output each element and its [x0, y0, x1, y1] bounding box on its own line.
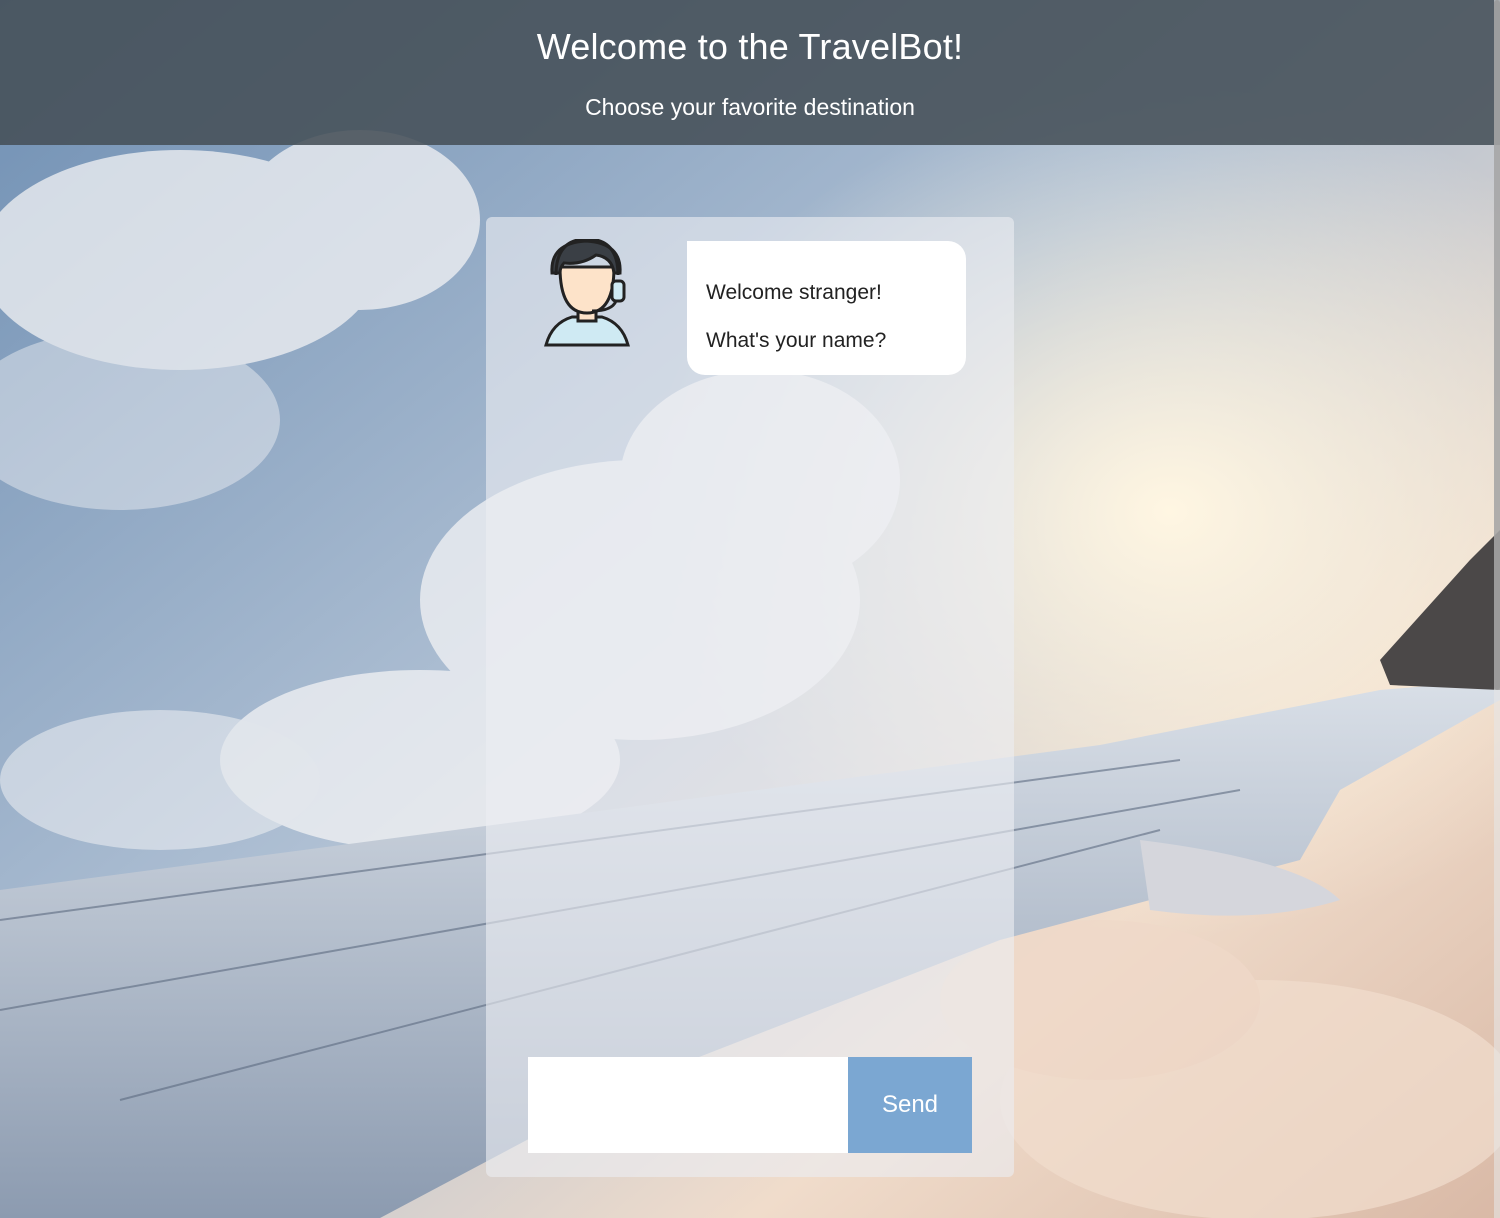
bot-message-line: What's your name? — [706, 329, 887, 352]
page-subtitle: Choose your favorite destination — [585, 94, 915, 120]
bot-message-line: Welcome stranger! — [706, 281, 882, 304]
chat-panel: Welcome stranger! What's your name? Send — [486, 217, 1014, 1177]
send-button[interactable]: Send — [848, 1057, 972, 1153]
bot-message-bubble: Welcome stranger! What's your name? — [687, 241, 966, 375]
message-input[interactable] — [528, 1057, 848, 1153]
page-header: Welcome to the TravelBot! Choose your fa… — [0, 0, 1500, 145]
page-scrollbar-thumb[interactable] — [1494, 0, 1500, 690]
support-agent-headset-icon — [542, 237, 632, 347]
message-composer: Send — [528, 1057, 972, 1153]
page-title: Welcome to the TravelBot! — [536, 26, 964, 67]
